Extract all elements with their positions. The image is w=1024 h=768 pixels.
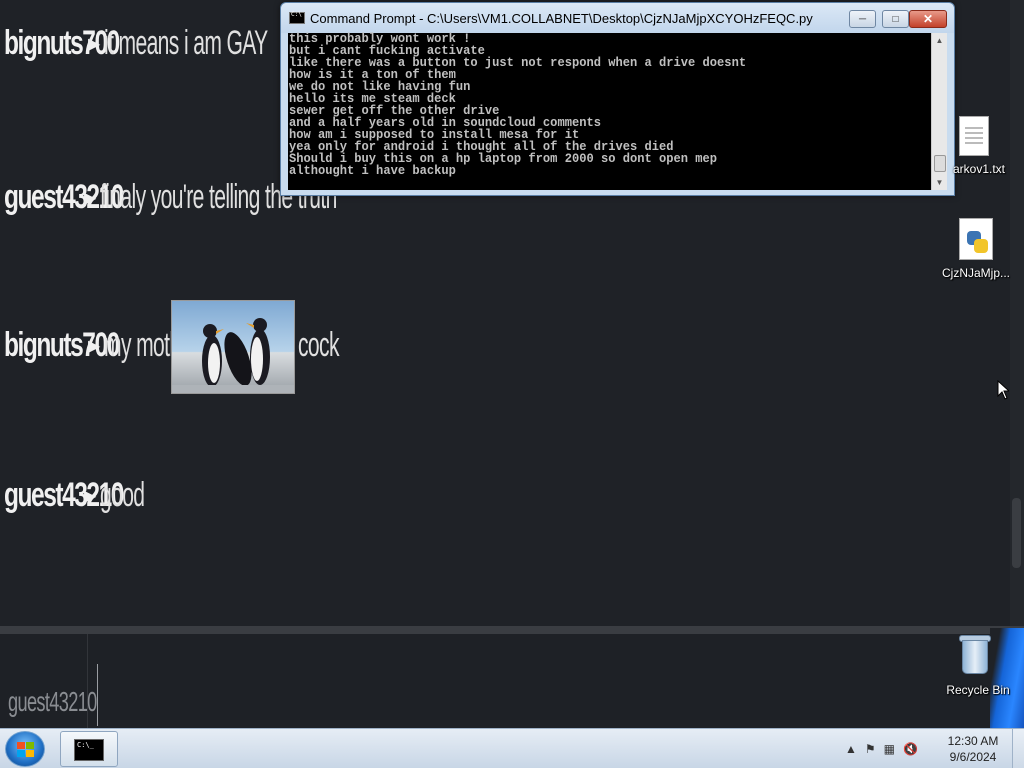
desktop-icon-label: arkov1.txt bbox=[952, 162, 1006, 176]
window-titlebar[interactable]: Command Prompt - C:\Users\VM1.COLLABNET\… bbox=[281, 3, 954, 33]
console-output[interactable]: this probably wont work ! but i cant fuck… bbox=[288, 32, 947, 190]
show-desktop-button[interactable] bbox=[1012, 729, 1024, 768]
clock[interactable]: 12:30 AM 9/6/2024 bbox=[944, 733, 1002, 765]
window-title: Command Prompt - C:\Users\VM1.COLLABNET\… bbox=[310, 11, 813, 26]
wallpaper-accent bbox=[990, 628, 1024, 728]
console-line: althought i have backup bbox=[289, 163, 456, 178]
input-divider bbox=[0, 626, 1024, 634]
input-username: guest43210 bbox=[8, 686, 97, 717]
close-button[interactable]: ✕ bbox=[909, 10, 947, 28]
chat-message-tail: cock bbox=[298, 326, 364, 365]
desktop-icon-label: Recycle Bin bbox=[946, 683, 1010, 697]
system-tray: ▲ ⚑ ▦ 🔇 bbox=[845, 729, 918, 768]
recycle-bin-icon bbox=[958, 632, 992, 676]
start-button[interactable] bbox=[5, 731, 45, 767]
chat-message: bignuts700 ▶ my mother is bbox=[4, 326, 218, 365]
penguins-image bbox=[171, 300, 295, 394]
taskbar-button-command-prompt[interactable] bbox=[60, 731, 118, 767]
message-text-before: my mother is bbox=[104, 326, 218, 364]
message-username[interactable]: bignuts700 bbox=[4, 326, 120, 365]
volume-muted-icon[interactable]: 🔇 bbox=[903, 742, 918, 756]
windows-logo-icon bbox=[17, 742, 35, 758]
message-input[interactable] bbox=[97, 664, 98, 726]
message-username[interactable]: bignuts700 bbox=[4, 24, 120, 63]
python-file-icon bbox=[959, 218, 993, 260]
minimize-button[interactable]: ─ bbox=[849, 10, 876, 28]
message-text-after: cock bbox=[298, 326, 339, 364]
cmd-icon[interactable] bbox=[289, 11, 305, 24]
maximize-button[interactable]: □ bbox=[882, 10, 909, 28]
desktop-icon-label: CjzNJaMjp... bbox=[941, 266, 1010, 280]
input-username-panel: guest43210 bbox=[0, 634, 97, 728]
clock-date: 9/6/2024 bbox=[949, 750, 997, 764]
scroll-up-icon[interactable]: ▲ bbox=[932, 33, 947, 48]
show-hidden-icons-chevron-icon[interactable]: ▲ bbox=[845, 742, 857, 756]
command-prompt-window[interactable]: Command Prompt - C:\Users\VM1.COLLABNET\… bbox=[280, 2, 955, 196]
network-icon[interactable]: ▦ bbox=[884, 742, 895, 756]
input-area: guest43210 bbox=[0, 634, 1024, 728]
taskbar: ▲ ⚑ ▦ 🔇 12:30 AM 9/6/2024 bbox=[0, 728, 1024, 768]
scroll-down-icon[interactable]: ▼ bbox=[932, 175, 947, 190]
mouse-cursor-icon bbox=[997, 380, 1009, 400]
action-center-flag-icon[interactable]: ⚑ bbox=[865, 742, 876, 756]
text-file-icon bbox=[959, 116, 989, 156]
chat-message: guest43210 ▶ good bbox=[4, 476, 172, 515]
console-text: this probably wont work ! but i cant fuck… bbox=[289, 32, 746, 178]
cmd-icon bbox=[74, 739, 104, 761]
chat-scroll-thumb[interactable] bbox=[1012, 498, 1021, 568]
message-text: good bbox=[100, 476, 145, 514]
clock-time: 12:30 AM bbox=[947, 734, 999, 748]
message-text: it means i am GAY bbox=[104, 24, 268, 62]
